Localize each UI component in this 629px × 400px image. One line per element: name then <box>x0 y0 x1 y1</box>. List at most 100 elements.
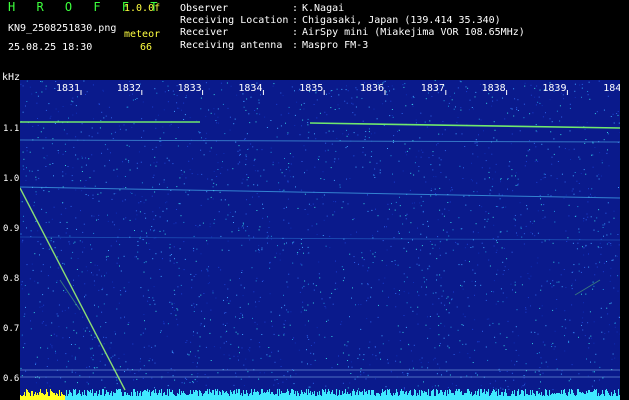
noise-pixel <box>167 220 168 222</box>
noise-pixel <box>26 150 28 152</box>
noise-pixel <box>250 143 252 145</box>
time-tick-label: 1833 <box>178 83 202 94</box>
strip-bar <box>252 395 253 400</box>
noise-pixel <box>85 294 87 296</box>
noise-pixel <box>578 231 580 233</box>
time-tick-label: 1832 <box>117 83 141 94</box>
noise-pixel <box>403 387 405 389</box>
noise-pixel <box>449 302 451 304</box>
noise-pixel <box>513 88 515 90</box>
noise-pixel <box>512 289 513 291</box>
noise-pixel <box>502 292 504 294</box>
noise-pixel <box>427 361 429 363</box>
noise-pixel <box>550 195 552 197</box>
noise-pixel <box>100 192 102 194</box>
noise-pixel <box>156 161 158 163</box>
noise-pixel <box>22 85 24 87</box>
noise-pixel <box>78 275 80 277</box>
noise-pixel <box>360 371 362 373</box>
noise-pixel <box>491 190 493 192</box>
noise-pixel <box>274 361 276 363</box>
noise-pixel <box>96 274 98 276</box>
noise-pixel <box>400 348 402 350</box>
noise-pixel <box>405 215 407 217</box>
noise-pixel <box>201 270 202 272</box>
noise-pixel <box>402 372 404 374</box>
strip-bar <box>305 393 306 400</box>
noise-pixel <box>290 227 292 229</box>
noise-pixel <box>134 99 136 100</box>
noise-pixel <box>353 132 355 134</box>
noise-pixel <box>94 185 96 187</box>
noise-pixel <box>57 267 59 269</box>
noise-pixel <box>316 234 318 236</box>
noise-pixel <box>49 117 51 119</box>
noise-pixel <box>139 361 141 363</box>
noise-pixel <box>537 257 539 259</box>
noise-pixel <box>408 231 410 233</box>
noise-pixel <box>492 387 494 389</box>
noise-pixel <box>390 245 392 247</box>
strip-bar <box>164 392 165 400</box>
noise-pixel <box>277 383 279 385</box>
noise-pixel <box>167 372 169 374</box>
noise-pixel <box>137 258 139 260</box>
noise-pixel <box>171 350 173 352</box>
strip-bar <box>186 395 187 400</box>
noise-pixel <box>71 100 73 102</box>
noise-pixel <box>565 194 567 196</box>
noise-pixel <box>81 157 83 159</box>
noise-pixel <box>374 132 376 134</box>
strip-bar <box>569 389 570 400</box>
noise-pixel <box>298 349 300 351</box>
noise-pixel <box>500 288 502 290</box>
strip-bar <box>481 389 482 400</box>
noise-pixel <box>127 323 129 325</box>
noise-pixel <box>282 95 284 97</box>
noise-pixel <box>290 163 292 165</box>
noise-pixel <box>124 199 126 201</box>
strip-bar <box>278 396 279 400</box>
noise-pixel <box>563 197 565 199</box>
noise-pixel <box>550 131 552 133</box>
strip-bar <box>152 391 153 400</box>
noise-pixel <box>434 188 436 190</box>
noise-pixel <box>491 105 493 107</box>
noise-pixel <box>258 196 260 198</box>
noise-pixel <box>287 198 289 200</box>
noise-pixel <box>358 304 359 306</box>
strip-bar <box>29 393 30 400</box>
noise-pixel <box>468 305 470 307</box>
noise-pixel <box>41 208 43 210</box>
strip-bar <box>542 396 543 400</box>
noise-pixel <box>289 153 291 155</box>
noise-pixel <box>578 336 579 338</box>
noise-pixel <box>555 359 557 360</box>
noise-pixel <box>209 282 210 284</box>
noise-pixel <box>561 173 563 175</box>
noise-pixel <box>35 363 36 365</box>
strip-bar <box>399 395 400 400</box>
noise-pixel <box>411 360 413 362</box>
strip-bar <box>421 390 422 400</box>
noise-pixel <box>585 293 587 295</box>
noise-pixel <box>215 120 217 121</box>
strip-bar <box>187 395 188 400</box>
strip-bar <box>440 390 441 400</box>
strip-bar <box>35 392 36 400</box>
strip-bar <box>267 390 268 400</box>
noise-pixel <box>63 290 65 292</box>
strip-bar <box>182 393 183 400</box>
noise-pixel <box>501 207 503 209</box>
strip-bar <box>499 395 500 400</box>
noise-pixel <box>266 180 268 182</box>
noise-pixel <box>144 328 146 330</box>
noise-pixel <box>595 263 597 265</box>
strip-bar <box>535 396 536 400</box>
noise-pixel <box>334 211 336 213</box>
noise-pixel <box>98 200 100 202</box>
noise-pixel <box>22 111 24 113</box>
strip-bar <box>479 396 480 400</box>
noise-pixel <box>390 155 392 157</box>
noise-pixel <box>477 232 479 234</box>
